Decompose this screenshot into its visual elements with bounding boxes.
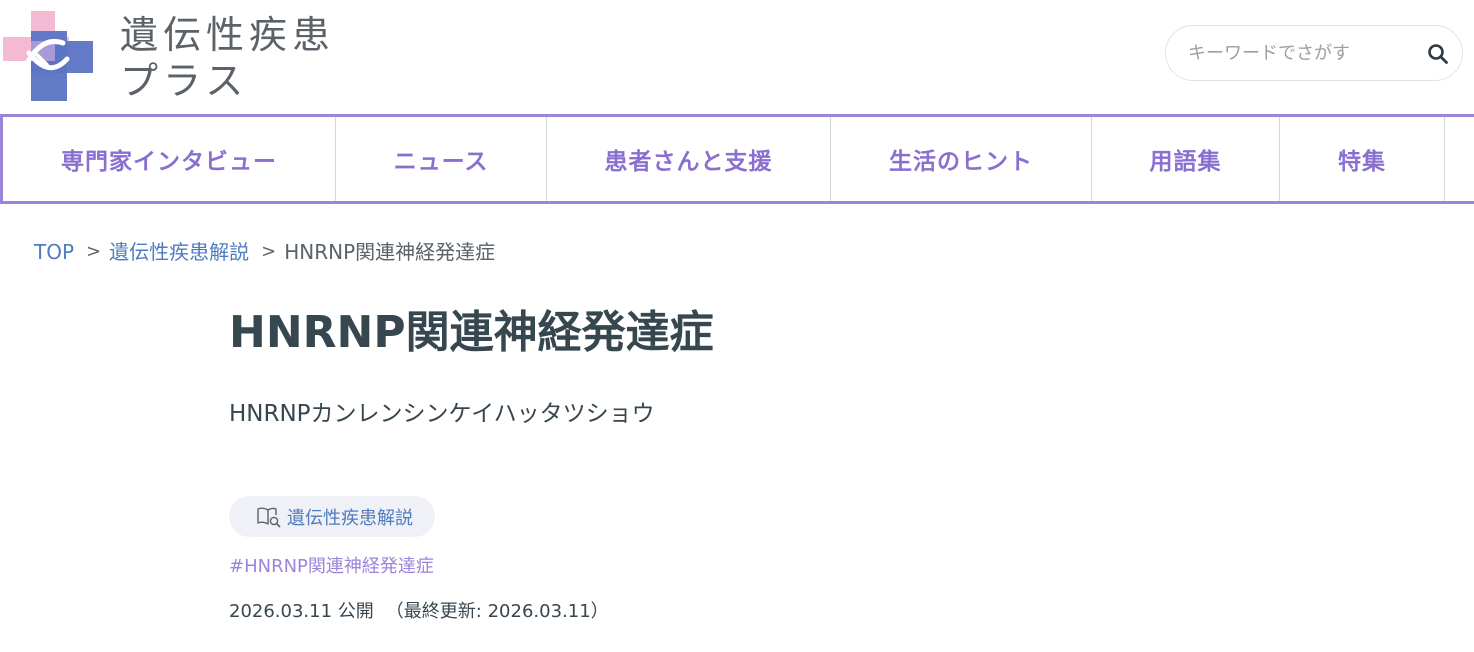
category-chip-label: 遺伝性疾患解説 (287, 507, 413, 529)
published-date: 2026.03.11 公開 (229, 601, 374, 622)
search-input[interactable] (1188, 26, 1418, 80)
nav-item-label: ニュース (393, 149, 489, 175)
breadcrumb: TOP > 遺伝性疾患解説 > HNRNP関連神経発達症 (34, 238, 495, 266)
breadcrumb-link-category[interactable]: 遺伝性疾患解説 (109, 238, 249, 266)
site-logo[interactable]: 遺伝性疾患 プラス (0, 6, 360, 106)
title-reading: HNRNPカンレンシンケイハッタツショウ (229, 401, 655, 427)
nav-item-feature[interactable]: 特集 (1280, 117, 1445, 201)
nav-item-label: 生活のヒント (889, 149, 1033, 175)
tag-link[interactable]: #HNRNP関連神経発達症 (229, 554, 434, 580)
search-box (1165, 25, 1463, 81)
page-title: HNRNP関連神経発達症 (229, 307, 714, 358)
breadcrumb-separator: > (86, 241, 102, 262)
nav-item-label: 専門家インタビュー (61, 149, 277, 175)
article-dates: 2026.03.11 公開 （最終更新: 2026.03.11） (229, 599, 609, 625)
logo-line-2: プラス (120, 59, 249, 103)
nav-item-life-tips[interactable]: 生活のヒント (831, 117, 1092, 201)
category-chip[interactable]: 遺伝性疾患解説 (229, 496, 435, 537)
nav-item-label: 患者さんと支援 (604, 149, 773, 175)
nav-item-glossary[interactable]: 用語集 (1092, 117, 1280, 201)
logo-wordmark: 遺伝性疾患 プラス (120, 12, 335, 104)
logo-line-1: 遺伝性疾患 (120, 13, 336, 57)
nav-item-expert-interview[interactable]: 専門家インタビュー (3, 117, 336, 201)
nav-item-news[interactable]: ニュース (336, 117, 547, 201)
breadcrumb-separator: > (261, 241, 277, 262)
book-search-icon (257, 507, 281, 527)
breadcrumb-link-top[interactable]: TOP (34, 238, 74, 266)
breadcrumb-current: HNRNP関連神経発達症 (284, 240, 496, 264)
global-nav: 専門家インタビュー ニュース 患者さんと支援 生活のヒント 用語集 特集 (0, 114, 1474, 204)
logo-cross-icon (3, 11, 93, 101)
site-header: 遺伝性疾患 プラス (0, 0, 1474, 114)
search-icon[interactable] (1426, 42, 1450, 66)
nav-item-label: 用語集 (1149, 149, 1222, 175)
nav-item-patient-support[interactable]: 患者さんと支援 (547, 117, 831, 201)
nav-item-label: 特集 (1338, 149, 1386, 175)
updated-date: （最終更新: 2026.03.11） (385, 601, 609, 622)
